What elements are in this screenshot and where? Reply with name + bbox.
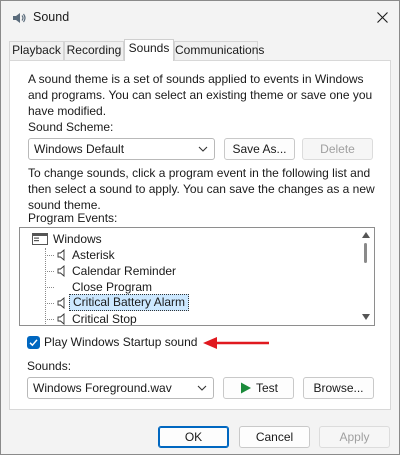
event-label: Calendar Reminder bbox=[72, 264, 177, 278]
event-label: Critical Battery Alarm bbox=[69, 294, 190, 311]
instruction-line: To change sounds, click a program event … bbox=[28, 166, 371, 180]
program-events-label: Program Events: bbox=[28, 211, 118, 225]
events-instructions: To change sounds, click a program event … bbox=[28, 165, 378, 213]
event-label: Asterisk bbox=[72, 248, 115, 262]
sound-scheme-select[interactable]: Windows Default bbox=[28, 138, 215, 160]
speaker-app-icon bbox=[13, 13, 26, 23]
sound-file-value: Windows Foreground.wav bbox=[33, 381, 172, 395]
tree-branch bbox=[45, 287, 54, 288]
description-line: A sound theme is a set of sounds applied… bbox=[28, 72, 364, 86]
description-line: and programs. You can select an existing… bbox=[28, 88, 373, 102]
tab-label: Recording bbox=[66, 43, 122, 57]
theme-description: A sound theme is a set of sounds applied… bbox=[28, 71, 378, 119]
close-icon bbox=[376, 11, 388, 23]
red-arrow-icon bbox=[203, 337, 269, 349]
test-button[interactable]: Test bbox=[223, 377, 294, 399]
windows-folder-icon bbox=[32, 233, 48, 245]
play-icon bbox=[241, 382, 251, 394]
tree-branch bbox=[45, 303, 54, 304]
chevron-down-icon bbox=[197, 385, 207, 391]
list-item[interactable]: Close Program bbox=[20, 279, 350, 295]
tab-recording[interactable]: Recording bbox=[64, 41, 124, 60]
startup-sound-label[interactable]: Play Windows Startup sound bbox=[44, 335, 197, 349]
apply-button[interactable]: Apply bbox=[319, 426, 390, 448]
tab-playback[interactable]: Playback bbox=[9, 41, 64, 60]
speaker-icon bbox=[57, 297, 65, 309]
list-item-selected[interactable]: Critical Battery Alarm bbox=[20, 294, 350, 311]
events-scrollbar[interactable] bbox=[358, 228, 374, 325]
sound-scheme-label: Sound Scheme: bbox=[28, 120, 114, 134]
tree-branch bbox=[45, 271, 54, 272]
window-title: Sound bbox=[33, 10, 70, 24]
startup-sound-checkbox[interactable] bbox=[27, 336, 40, 349]
chevron-down-icon bbox=[198, 146, 208, 152]
sound-dialog: Sound Playback Recording Sounds Communic… bbox=[0, 0, 400, 455]
close-button[interactable] bbox=[369, 6, 395, 28]
delete-button[interactable]: Delete bbox=[302, 138, 373, 160]
tab-label: Communications bbox=[175, 43, 265, 57]
event-label: Close Program bbox=[72, 280, 153, 294]
tree-branch bbox=[45, 255, 54, 256]
save-as-button[interactable]: Save As... bbox=[224, 138, 295, 160]
tab-sounds[interactable]: Sounds bbox=[124, 39, 174, 61]
description-line: have modified. bbox=[28, 104, 107, 118]
tree-branch bbox=[45, 319, 54, 320]
tab-label: Playback bbox=[12, 43, 61, 57]
scroll-thumb[interactable] bbox=[364, 243, 367, 263]
scroll-up-arrow-icon[interactable] bbox=[362, 232, 370, 238]
sounds-label: Sounds: bbox=[27, 359, 72, 373]
program-events-list[interactable]: Windows Asterisk Calendar Reminder Close… bbox=[19, 227, 375, 326]
sound-file-select[interactable]: Windows Foreground.wav bbox=[27, 377, 214, 399]
sound-scheme-value: Windows Default bbox=[34, 142, 125, 156]
tab-label: Sounds bbox=[128, 41, 170, 55]
instruction-line: then select a sound to apply. You can sa… bbox=[28, 182, 375, 196]
event-label: Critical Stop bbox=[72, 312, 137, 326]
cancel-button[interactable]: Cancel bbox=[239, 426, 310, 448]
tab-communications[interactable]: Communications bbox=[174, 41, 264, 60]
title-bar: Sound bbox=[1, 1, 399, 35]
speaker-icon bbox=[57, 249, 65, 261]
list-item[interactable]: Critical Stop bbox=[20, 311, 350, 326]
scroll-down-arrow-icon[interactable] bbox=[362, 314, 370, 320]
speaker-icon bbox=[57, 313, 65, 325]
list-item[interactable]: Asterisk bbox=[20, 247, 350, 263]
list-item[interactable]: Calendar Reminder bbox=[20, 263, 350, 279]
checkmark-icon bbox=[29, 339, 38, 347]
browse-button[interactable]: Browse... bbox=[303, 377, 374, 399]
speaker-icon bbox=[57, 265, 65, 277]
ok-button[interactable]: OK bbox=[158, 426, 229, 448]
event-group-label: Windows bbox=[53, 232, 102, 246]
test-label: Test bbox=[256, 381, 279, 395]
